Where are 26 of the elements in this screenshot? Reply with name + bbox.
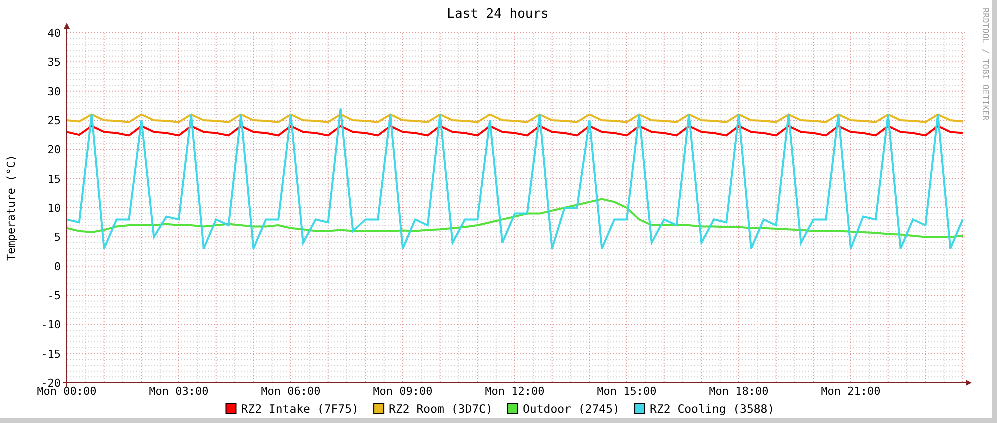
axis-label: Mon 09:00 xyxy=(373,385,433,398)
credit-text: RRDTOOL / TOBI OETIKER xyxy=(980,8,990,121)
axis-label: Mon 18:00 xyxy=(709,385,769,398)
legend-label: Outdoor (2745) xyxy=(523,402,620,416)
axis-label: 30 xyxy=(48,85,61,98)
legend-label: RZ2 Cooling (3588) xyxy=(650,402,775,416)
axis-label: -10 xyxy=(41,318,61,332)
axis-title: Temperature (°C) xyxy=(5,155,18,261)
axis-label: Mon 15:00 xyxy=(597,385,657,398)
axis-label: 5 xyxy=(54,231,61,244)
axis-label: Mon 21:00 xyxy=(821,385,881,398)
axis-label: Mon 12:00 xyxy=(485,385,545,398)
axis-label: Mon 03:00 xyxy=(149,385,209,398)
legend-label: RZ2 Room (3D7C) xyxy=(389,402,493,416)
axis-label: -15 xyxy=(41,348,61,361)
axis-label: 35 xyxy=(48,56,61,70)
axis-label: 10 xyxy=(48,202,61,215)
chart-title: Last 24 hours xyxy=(447,7,549,22)
legend-label: RZ2 Intake (7F75) xyxy=(241,402,359,416)
axis-label: 25 xyxy=(48,114,61,128)
axis-label: 0 xyxy=(54,260,61,274)
axis-label: 40 xyxy=(48,27,61,40)
axis-label: 15 xyxy=(48,172,61,186)
axis-label: Mon 06:00 xyxy=(261,385,321,398)
axis-label: -5 xyxy=(48,290,61,302)
axis-label: 20 xyxy=(48,144,61,157)
